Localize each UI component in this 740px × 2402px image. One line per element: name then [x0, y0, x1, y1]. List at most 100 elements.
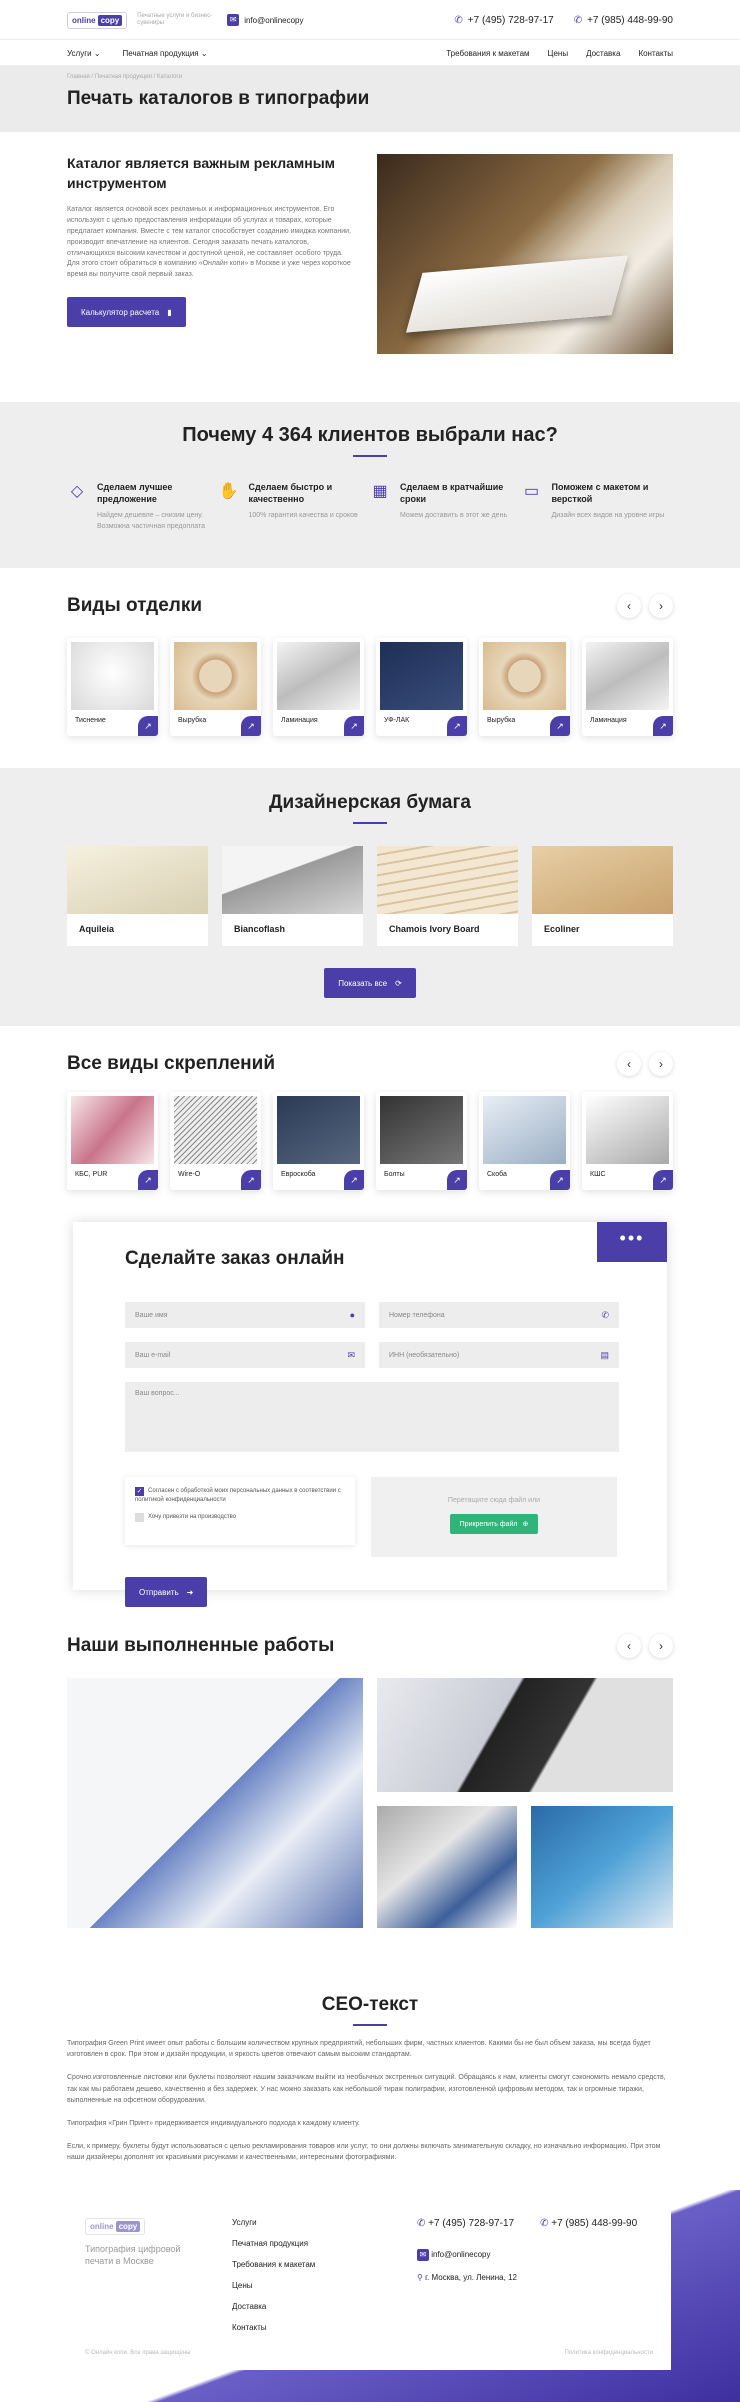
finish-card[interactable]: Вырубка ↗	[479, 638, 570, 736]
footer-policy-link[interactable]: Политика конфиденциальности	[564, 2350, 653, 2356]
work-image[interactable]	[531, 1806, 673, 1928]
nav-delivery[interactable]: Доставка	[586, 49, 620, 58]
check-icon: ✓	[135, 1487, 144, 1496]
why-title: Почему 4 364 клиентов выбрали нас?	[182, 424, 558, 446]
bindings-section: Все виды скреплений ‹ › КБС, PUR ↗ Wire-O ↗…	[0, 1026, 740, 1206]
seo-paragraph: Если, к примеру, буклеты будут использов…	[67, 2143, 661, 2162]
nav-services[interactable]: Услуги ⌄	[67, 49, 101, 58]
binding-card[interactable]: Евроскоба ↗	[273, 1092, 364, 1190]
cart-icon: ↗	[550, 1170, 570, 1190]
cart-icon: ↗	[653, 1170, 673, 1190]
show-all-button[interactable]: Показать все ⟳	[324, 968, 416, 998]
main-nav: Услуги ⌄ Печатная продукция ⌄ Требования…	[0, 40, 740, 66]
phone-icon: ✆	[417, 2218, 426, 2229]
phone-icon: ✆	[573, 14, 583, 26]
send-button[interactable]: Отправить ➜	[125, 1577, 208, 1607]
nav-products[interactable]: Печатная продукция ⌄	[123, 49, 208, 58]
binding-card[interactable]: КБС, PUR ↗	[67, 1092, 158, 1190]
consent-checkbox[interactable]: ✓ Согласен с обработкой моих персональных…	[135, 1487, 345, 1505]
next-arrow-icon[interactable]: ›	[649, 594, 673, 618]
finish-card[interactable]: Ламинация ↗	[582, 638, 673, 736]
footer-copyright: © Онлайн копи. Все права защищены	[85, 2350, 191, 2356]
finish-card[interactable]: Тиснение ↗	[67, 638, 158, 736]
footer-menu-requirements[interactable]: Требования к макетам	[232, 2260, 315, 2269]
footer-email[interactable]: ✉ info@onlinecopy	[417, 2249, 637, 2261]
phone-field[interactable]: Номер телефона ✆	[379, 1302, 619, 1328]
next-arrow-icon[interactable]: ›	[649, 1052, 673, 1076]
footer-card: online copy Типография цифровой печати в …	[67, 2202, 671, 2370]
footer-phone-2[interactable]: ✆ +7 (985) 448-99-90	[540, 2218, 637, 2229]
logo[interactable]: online copy	[67, 11, 128, 29]
finishes-section: Виды отделки ‹ › Тиснение ↗ Вырубка ↗ Ламин…	[0, 568, 740, 768]
document-icon: ▤	[600, 1349, 609, 1360]
prev-arrow-icon[interactable]: ‹	[617, 1052, 641, 1076]
calculator-button[interactable]: Калькулятор расчета ▮	[67, 297, 186, 328]
monitor-icon: ▭	[523, 483, 540, 500]
footer-menu-services[interactable]: Услуги	[232, 2218, 315, 2227]
footer-tagline: Типография цифровой печати в Москве	[85, 2244, 181, 2267]
arrow-right-icon: ➜	[186, 1587, 194, 1597]
location-pin-icon: ⚲	[417, 2273, 423, 2282]
page-title: Печать каталогов в типографии	[67, 88, 370, 109]
footer-menu-contacts[interactable]: Контакты	[232, 2323, 315, 2332]
paper-card[interactable]: Aquileia	[67, 846, 208, 946]
urgent-checkbox[interactable]: Хочу привезти на производство	[135, 1513, 345, 1522]
refresh-icon: ⟳	[395, 978, 402, 988]
header-phone-1[interactable]: ✆ +7 (495) 728-97-17	[454, 15, 553, 26]
cart-icon: ↗	[138, 1170, 158, 1190]
mail-icon: ✉	[347, 1349, 355, 1360]
seo-paragraph: Срочно изготовленные листовки или буклет…	[67, 2074, 666, 2104]
prev-arrow-icon[interactable]: ‹	[617, 594, 641, 618]
binding-card[interactable]: Болты ↗	[376, 1092, 467, 1190]
breadcrumb[interactable]: Главная / Печатная продукция / Каталоги	[67, 74, 673, 86]
paper-title: Дизайнерская бумага	[269, 792, 471, 813]
paper-card[interactable]: Ecoliner	[532, 846, 673, 946]
footer-menu-prices[interactable]: Цены	[232, 2281, 315, 2290]
attach-file-button[interactable]: Прикрепить файл ⊕	[449, 1514, 539, 1534]
email-field[interactable]: Ваш e-mail ✉	[125, 1342, 365, 1368]
work-image[interactable]	[67, 1678, 363, 1928]
nav-contacts[interactable]: Контакты	[638, 49, 673, 58]
binding-card[interactable]: Скоба ↗	[479, 1092, 570, 1190]
cart-icon: ↗	[241, 1170, 261, 1190]
calendar-icon: ▦	[372, 483, 388, 500]
finish-card[interactable]: УФ-ЛАК ↗	[376, 638, 467, 736]
inn-field[interactable]: ИНН (необязательно) ▤	[379, 1342, 619, 1368]
header-phone-2[interactable]: ✆ +7 (985) 448-99-90	[574, 15, 673, 26]
footer-menu-delivery[interactable]: Доставка	[232, 2302, 315, 2311]
footer-logo[interactable]: online copy	[85, 2218, 146, 2235]
work-image[interactable]	[377, 1806, 517, 1928]
next-arrow-icon[interactable]: ›	[649, 1634, 673, 1658]
work-image[interactable]	[377, 1678, 673, 1792]
order-form: ••• Сделайте заказ онлайн Ваше имя ● Номе…	[73, 1222, 667, 1607]
nav-prices[interactable]: Цены	[548, 49, 569, 58]
finish-card[interactable]: Ламинация ↗	[273, 638, 364, 736]
binding-card[interactable]: КШС ↗	[582, 1092, 673, 1190]
finish-card[interactable]: Вырубка ↗	[170, 638, 261, 736]
question-field[interactable]: Ваш вопрос...	[125, 1382, 619, 1452]
bindings-title: Все виды скреплений	[67, 1053, 276, 1074]
paper-card[interactable]: Biancoflash	[222, 846, 363, 946]
cart-icon: ↗	[447, 1170, 467, 1190]
footer-phone-1[interactable]: ✆ +7 (495) 728-97-17	[417, 2218, 514, 2229]
cart-icon: ↗	[344, 1170, 364, 1190]
why-us-section: Почему 4 364 клиентов выбрали нас? ◇ Сдел…	[0, 402, 740, 568]
file-dropzone[interactable]: Перетащите сюда файл или Прикрепить файл…	[371, 1477, 617, 1557]
footer-menu-products[interactable]: Печатная продукция	[232, 2239, 315, 2248]
prev-arrow-icon[interactable]: ‹	[617, 1634, 641, 1658]
paper-card[interactable]: Chamois Ivory Board	[377, 846, 518, 946]
phone-icon: ✆	[601, 1309, 609, 1320]
cart-icon: ↗	[241, 716, 261, 736]
order-title: Сделайте заказ онлайн	[125, 1248, 345, 1269]
feature-best-offer: ◇ Сделаем лучшее предложение Найдем дешевл…	[67, 481, 219, 532]
binding-card[interactable]: Wire-O ↗	[170, 1092, 261, 1190]
feature-fast-quality: ✋ Сделаем быстро и качественно 100% гарант…	[218, 482, 358, 520]
name-field[interactable]: Ваше имя ●	[125, 1302, 365, 1328]
intro-heading: Каталог является важным рекламным инстру…	[67, 155, 336, 191]
nav-requirements[interactable]: Требования к макетам	[446, 49, 529, 58]
footer: online copy Типография цифровой печати в …	[0, 2190, 740, 2402]
chevron-down-icon: ⌄	[200, 48, 208, 58]
header-email[interactable]: ✉ info@onlinecopy	[227, 14, 304, 26]
feature-layout-help: ▭ Поможем с макетом и версткой Дизайн всех…	[522, 481, 674, 532]
works-gallery	[67, 1678, 673, 1928]
